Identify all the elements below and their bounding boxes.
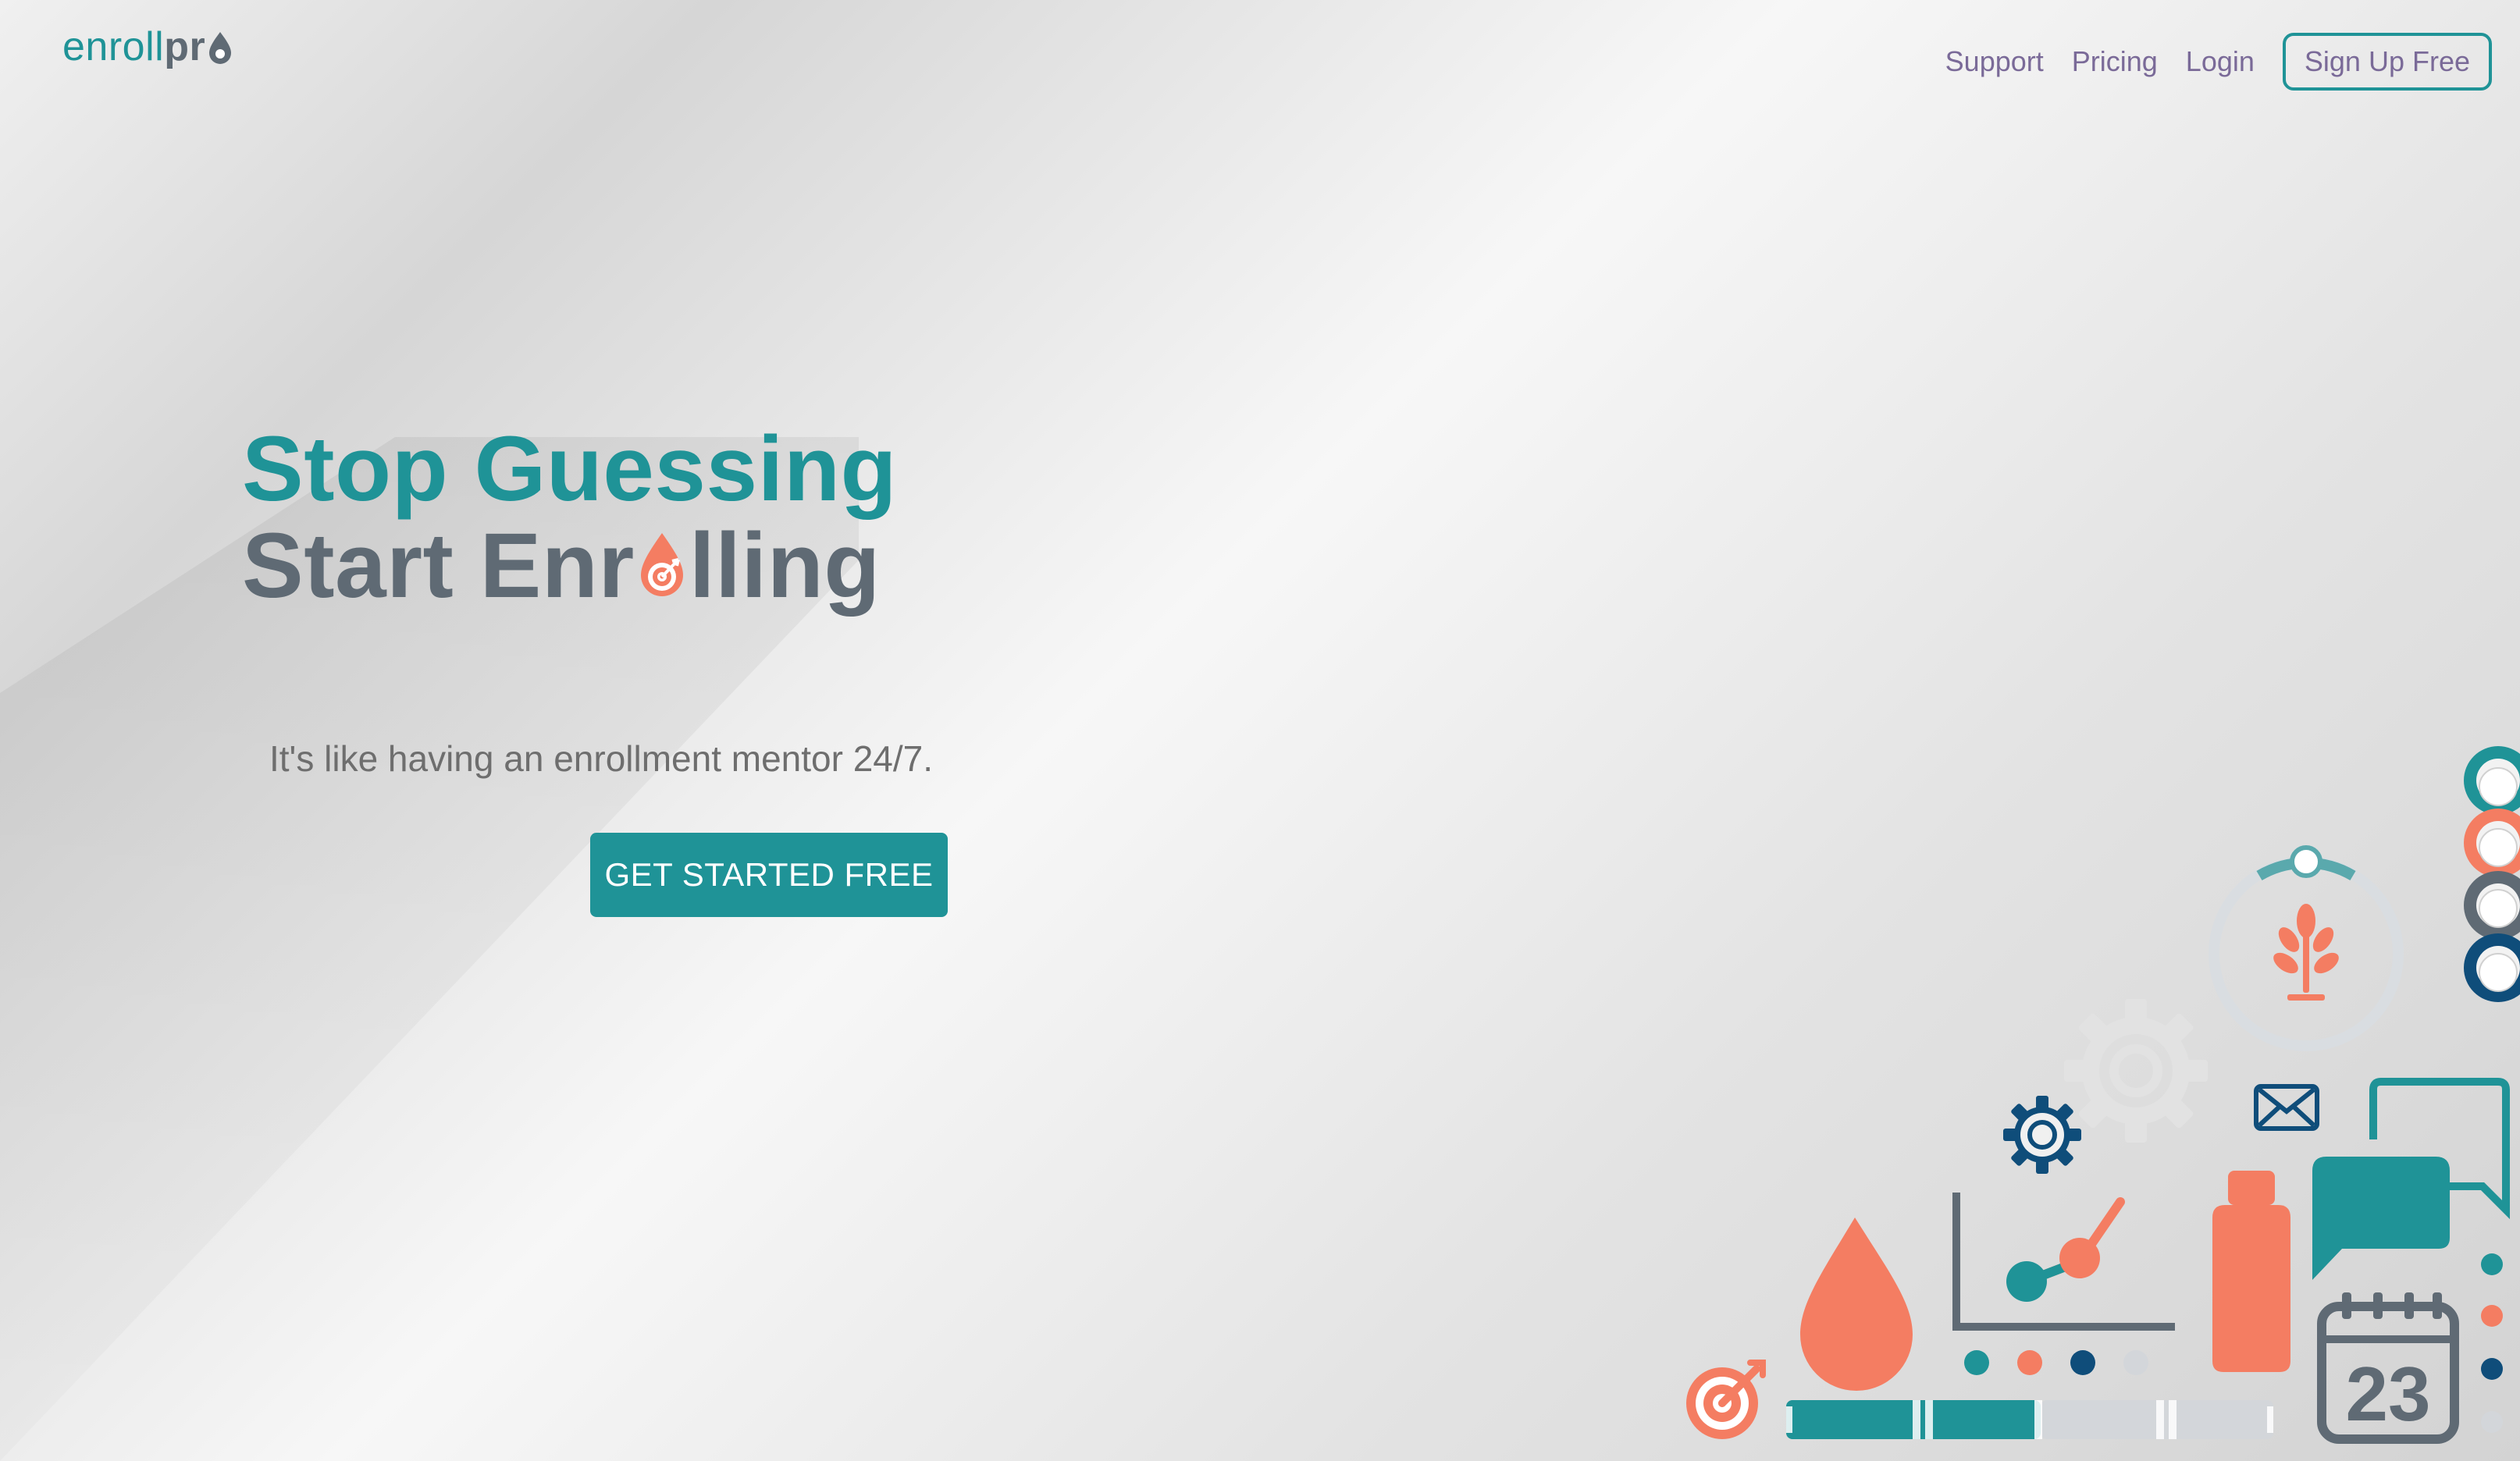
hero-line-2-part-a: Start Enr	[242, 514, 635, 617]
nav-login-link[interactable]: Login	[2186, 45, 2255, 78]
hero-headline: Stop Guessing Start Enr lling	[242, 421, 960, 615]
nav-pricing-link[interactable]: Pricing	[2072, 45, 2158, 78]
hero-subtitle: It's like having an enrollment mentor 24…	[269, 738, 934, 779]
nav-support-link[interactable]: Support	[1945, 45, 2044, 78]
top-nav: Support Pricing Login Sign Up Free	[1945, 33, 2492, 91]
mail-icon	[2254, 1084, 2319, 1131]
get-started-button[interactable]: GET STARTED FREE	[590, 833, 948, 917]
oil-bottle-icon	[2212, 1171, 2290, 1372]
growth-ring-icon	[2209, 845, 2404, 1051]
hero-illustration: 23	[1686, 746, 2520, 1444]
analytics-chart-icon	[1952, 1193, 2175, 1375]
logo-text-main: enroll	[62, 24, 165, 69]
hero-line-1: Stop Guessing	[242, 418, 898, 521]
chat-icon	[2312, 1078, 2510, 1280]
large-gear-icon	[2064, 999, 2208, 1143]
signup-button[interactable]: Sign Up Free	[2282, 33, 2492, 91]
target-drop-icon	[640, 532, 683, 596]
hero-line-2-part-b: lling	[689, 514, 881, 617]
hero-line-2: Start Enr lling	[242, 517, 960, 615]
drop-icon	[209, 32, 232, 64]
target-icon	[1686, 1360, 1766, 1439]
brand-logo[interactable]: enrollpr	[62, 22, 233, 72]
progress-tube-icon	[1786, 1400, 2273, 1439]
calendar-day: 23	[2345, 1351, 2430, 1437]
logo-text-end: pr	[164, 24, 206, 69]
water-drop-icon	[1800, 1218, 1913, 1391]
color-dots-icon	[2481, 1253, 2503, 1433]
ring-stack-icon	[2464, 746, 2520, 1002]
calendar-icon: 23	[2317, 1292, 2459, 1444]
settings-gear-icon	[2003, 1096, 2081, 1174]
